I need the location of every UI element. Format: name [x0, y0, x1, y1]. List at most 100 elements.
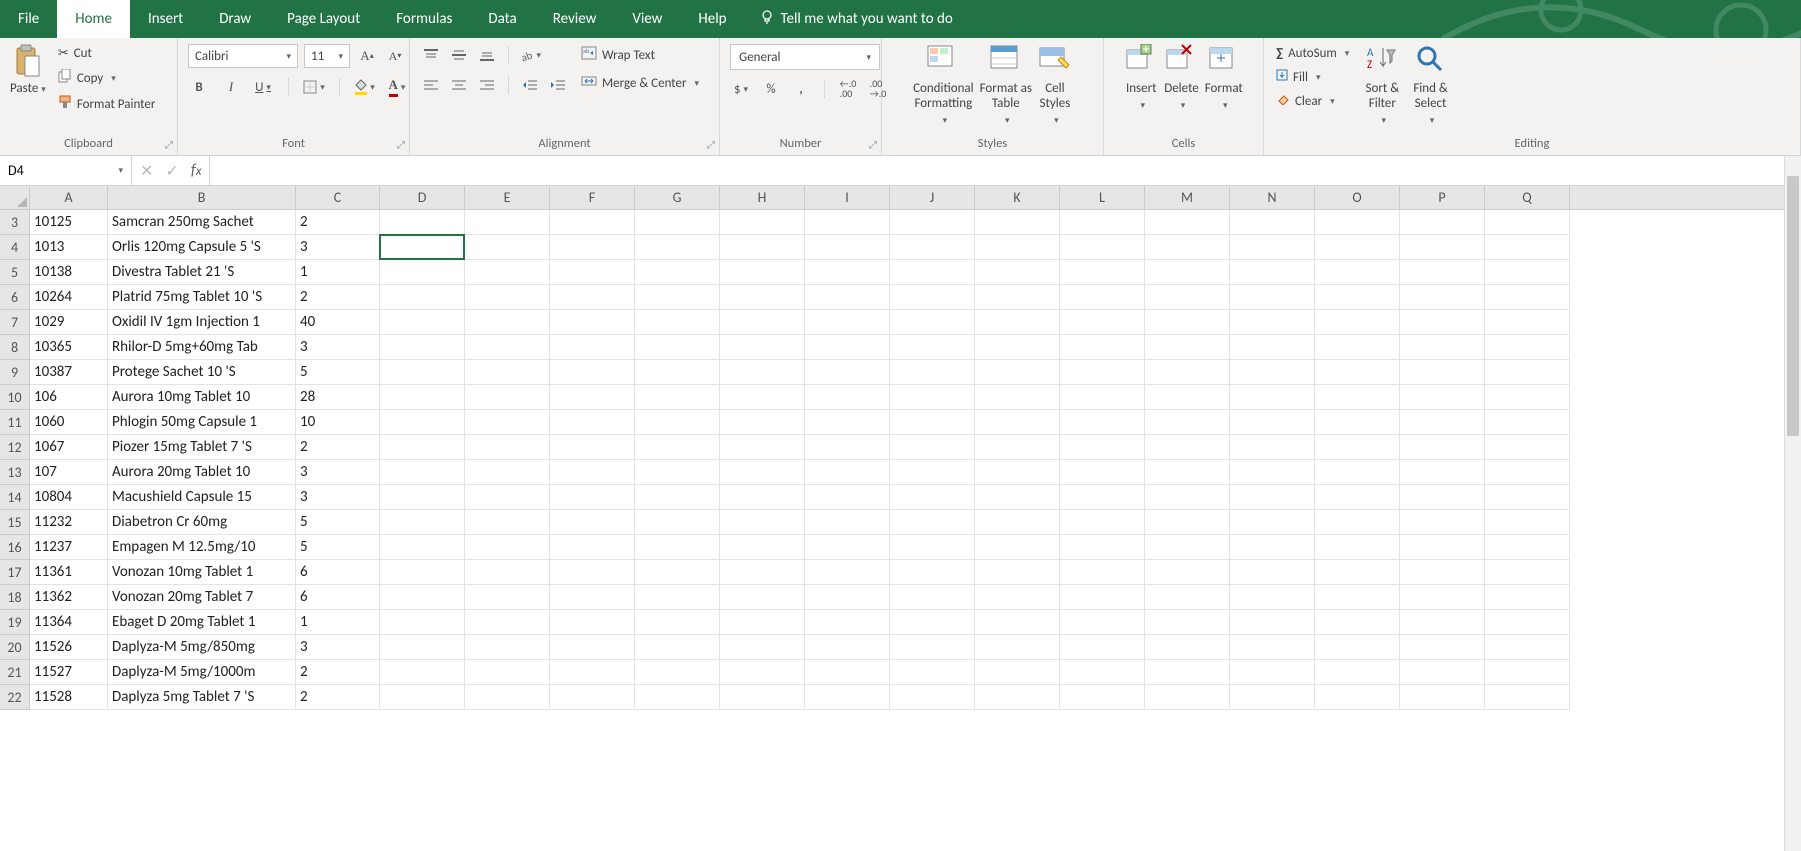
align-right-button[interactable] — [476, 74, 498, 96]
row-header[interactable]: 11 — [0, 410, 30, 435]
cell[interactable]: 28 — [296, 385, 380, 410]
cell[interactable] — [805, 460, 890, 485]
cell[interactable] — [380, 485, 465, 510]
cell[interactable] — [1230, 460, 1315, 485]
row-header[interactable]: 13 — [0, 460, 30, 485]
align-middle-button[interactable] — [448, 44, 470, 66]
fill-button[interactable]: Fill — [1274, 67, 1351, 87]
cell-styles-button[interactable]: Cell Styles — [1038, 44, 1072, 126]
cell[interactable] — [720, 235, 805, 260]
cell[interactable]: 10804 — [30, 485, 108, 510]
cell[interactable]: 11237 — [30, 535, 108, 560]
cell[interactable]: 3 — [296, 335, 380, 360]
cell[interactable] — [1485, 360, 1570, 385]
cell[interactable] — [890, 635, 975, 660]
cell[interactable] — [1145, 335, 1230, 360]
cell[interactable]: 1 — [296, 260, 380, 285]
cell[interactable] — [1485, 585, 1570, 610]
increase-font-button[interactable]: A▴ — [356, 45, 378, 67]
cell[interactable] — [1400, 685, 1485, 710]
cell[interactable] — [1315, 385, 1400, 410]
cell[interactable] — [720, 410, 805, 435]
fx-icon[interactable]: fx — [191, 161, 202, 180]
row-header[interactable]: 19 — [0, 610, 30, 635]
cell[interactable] — [465, 585, 550, 610]
cell[interactable] — [975, 460, 1060, 485]
cell[interactable] — [1485, 460, 1570, 485]
cell[interactable] — [890, 385, 975, 410]
cell[interactable] — [1145, 535, 1230, 560]
col-header[interactable]: F — [550, 186, 635, 209]
cell[interactable] — [1230, 410, 1315, 435]
cell[interactable] — [975, 560, 1060, 585]
italic-button[interactable]: I — [220, 76, 242, 98]
format-cells-button[interactable]: Format — [1205, 44, 1243, 111]
cell[interactable]: 10125 — [30, 210, 108, 235]
cell[interactable] — [550, 285, 635, 310]
cell[interactable] — [635, 585, 720, 610]
cell[interactable] — [890, 535, 975, 560]
cell[interactable] — [635, 260, 720, 285]
cell[interactable] — [465, 535, 550, 560]
cell[interactable] — [1400, 410, 1485, 435]
cell[interactable] — [975, 385, 1060, 410]
decrease-indent-button[interactable] — [519, 74, 541, 96]
cell[interactable] — [1315, 485, 1400, 510]
cell[interactable] — [720, 535, 805, 560]
cell[interactable] — [1060, 260, 1145, 285]
conditional-formatting-button[interactable]: Conditional Formatting — [913, 44, 974, 126]
comma-format-button[interactable]: , — [790, 78, 812, 100]
cell[interactable] — [380, 285, 465, 310]
copy-button[interactable]: Copy — [56, 67, 158, 89]
cell[interactable] — [805, 310, 890, 335]
cell[interactable] — [1060, 585, 1145, 610]
number-dialog-launcher[interactable]: ⤢ — [869, 138, 877, 151]
cell[interactable]: Ebaget D 20mg Tablet 1 — [108, 610, 296, 635]
cell[interactable] — [380, 535, 465, 560]
cell[interactable] — [1145, 685, 1230, 710]
col-header[interactable]: G — [635, 186, 720, 209]
cell[interactable] — [1230, 335, 1315, 360]
cell[interactable] — [465, 660, 550, 685]
cell[interactable] — [550, 610, 635, 635]
font-size-combo[interactable]: 11▾ — [304, 44, 350, 68]
row-header[interactable]: 7 — [0, 310, 30, 335]
cell[interactable]: 3 — [296, 485, 380, 510]
cell[interactable] — [1315, 335, 1400, 360]
cell[interactable] — [465, 410, 550, 435]
cell[interactable] — [1145, 460, 1230, 485]
cell[interactable] — [1400, 285, 1485, 310]
cell[interactable] — [720, 335, 805, 360]
cell[interactable] — [975, 585, 1060, 610]
cell[interactable]: 11526 — [30, 635, 108, 660]
cell[interactable]: 2 — [296, 210, 380, 235]
cell[interactable] — [1485, 610, 1570, 635]
cell[interactable] — [550, 685, 635, 710]
percent-format-button[interactable]: % — [760, 78, 782, 100]
cell[interactable] — [975, 310, 1060, 335]
cell[interactable] — [975, 335, 1060, 360]
cell[interactable] — [890, 335, 975, 360]
cell[interactable] — [1230, 535, 1315, 560]
cell[interactable] — [1400, 560, 1485, 585]
row-header[interactable]: 22 — [0, 685, 30, 710]
cell[interactable] — [550, 310, 635, 335]
align-center-button[interactable] — [448, 74, 470, 96]
cell[interactable] — [1400, 260, 1485, 285]
cell[interactable] — [550, 510, 635, 535]
cell[interactable]: Daplyza 5mg Tablet 7 'S — [108, 685, 296, 710]
cell[interactable] — [1485, 635, 1570, 660]
col-header[interactable]: N — [1230, 186, 1315, 209]
cell[interactable] — [975, 235, 1060, 260]
cell[interactable] — [975, 535, 1060, 560]
row-header[interactable]: 9 — [0, 360, 30, 385]
cell[interactable]: 10264 — [30, 285, 108, 310]
cell[interactable] — [1485, 660, 1570, 685]
cell[interactable] — [1315, 260, 1400, 285]
cell[interactable] — [1145, 235, 1230, 260]
cell[interactable] — [465, 685, 550, 710]
row-header[interactable]: 3 — [0, 210, 30, 235]
cell[interactable] — [380, 435, 465, 460]
row-header[interactable]: 16 — [0, 535, 30, 560]
cell[interactable]: Samcran 250mg Sachet — [108, 210, 296, 235]
